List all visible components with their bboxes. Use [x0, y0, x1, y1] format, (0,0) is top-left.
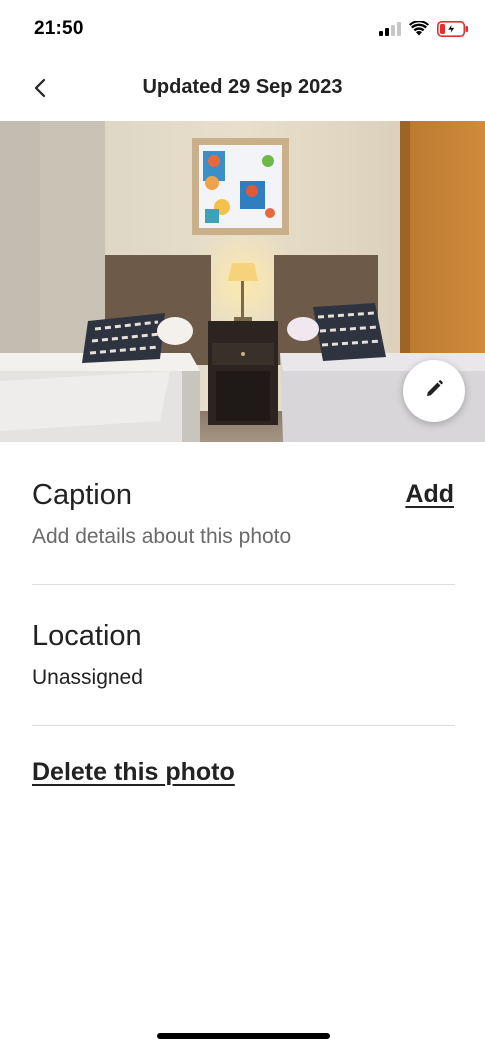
- caption-title: Caption: [32, 479, 132, 511]
- battery-charging-icon: [437, 20, 469, 42]
- status-icons: [379, 20, 469, 42]
- signal-icon: [379, 21, 401, 41]
- home-indicator: [157, 1033, 330, 1039]
- location-value[interactable]: Unassigned: [32, 666, 143, 690]
- divider: [32, 725, 455, 726]
- status-time: 21:50: [34, 18, 84, 39]
- caption-placeholder: Add details about this photo: [32, 525, 292, 548]
- pencil-icon: [424, 379, 444, 404]
- wifi-icon: [409, 20, 429, 41]
- top-nav-bar: Updated 29 Sep 2023: [0, 60, 485, 118]
- delete-photo-link[interactable]: Delete this photo: [32, 758, 235, 787]
- location-title: Location: [32, 620, 142, 652]
- add-caption-link[interactable]: Add: [405, 480, 454, 509]
- divider: [32, 584, 455, 585]
- edit-photo-button[interactable]: [403, 360, 465, 422]
- status-bar: 21:50: [0, 0, 485, 60]
- page-title: Updated 29 Sep 2023: [142, 76, 343, 98]
